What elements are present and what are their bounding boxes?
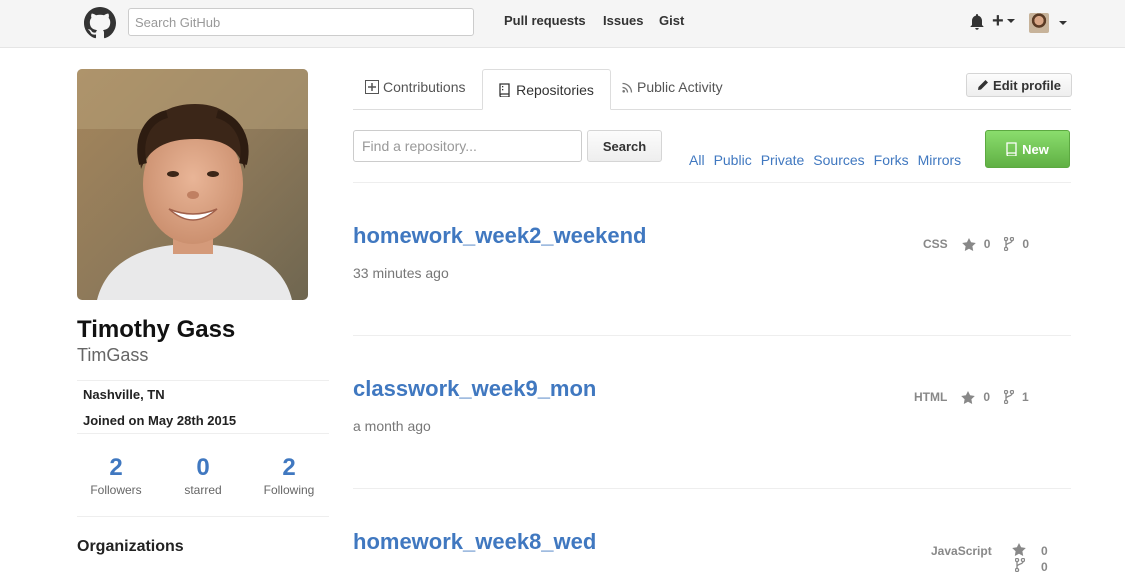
nav-issues[interactable]: Issues [603,13,643,28]
notifications-bell-icon[interactable] [969,13,985,30]
tab-repositories-label: Repositories [516,81,594,98]
filter-private[interactable]: Private [761,152,805,168]
find-repository-input[interactable] [353,130,582,162]
create-new-dropdown[interactable]: + [992,10,1015,32]
followers-count: 2 [109,454,123,481]
repo-name-link[interactable]: homework_week8_wed [353,529,596,555]
repo-language: HTML [914,390,948,404]
repo-stats: CSS 0 0 [923,237,1043,251]
tab-public-activity[interactable]: Public Activity [622,79,723,95]
fork-icon[interactable] [1004,390,1015,404]
following-count: 2 [282,454,296,481]
tabs-underline [353,109,1071,110]
filter-public[interactable]: Public [714,152,752,168]
following-stat[interactable]: 2 Following [249,454,329,497]
profile-location: Nashville, TN [83,387,165,402]
repo-updated-time: 33 minutes ago [353,265,449,281]
nav-gist[interactable]: Gist [659,13,684,28]
top-header: Pull requests Issues Gist + [0,0,1125,48]
filter-all[interactable]: All [689,152,705,168]
divider [353,182,1071,183]
tab-repositories[interactable]: Repositories [482,69,611,110]
filter-forks[interactable]: Forks [874,152,909,168]
divider [353,335,1071,336]
repo-language: CSS [923,237,948,251]
profile-joined-date: Joined on May 28th 2015 [83,413,237,428]
profile-username: TimGass [77,345,149,365]
new-button-label: New [1022,141,1049,157]
github-logo-icon[interactable] [84,7,116,39]
pencil-icon [978,80,989,90]
starred-stat[interactable]: 0 starred [163,454,243,497]
starred-label: starred [184,483,222,497]
repo-fork-count: 0 [1022,237,1030,251]
chevron-down-icon [1006,19,1015,23]
following-label: Following [263,483,315,497]
followers-label: Followers [90,483,142,497]
plus-icon: + [992,10,1004,32]
divider [77,516,329,517]
edit-profile-label: Edit profile [993,77,1061,93]
repo-stats: HTML 0 1 [914,390,1043,404]
repo-book-icon [1006,142,1017,156]
avatar [1029,13,1049,33]
nav-pull-requests[interactable]: Pull requests [504,13,586,28]
star-icon[interactable] [961,390,976,404]
filter-mirrors[interactable]: Mirrors [918,152,962,168]
repo-star-count: 0 [1041,544,1048,558]
repo-language: JavaScript [931,544,992,558]
repo-type-filters: All Public Private Sources Forks Mirrors [689,152,970,168]
repo-fork-count: 0 [1041,560,1048,574]
plus-box-icon [365,80,379,94]
chevron-down-icon [1059,21,1067,25]
rss-icon [622,82,633,93]
star-icon[interactable] [1012,543,1026,556]
repo-book-icon [499,82,510,97]
profile-avatar [77,69,308,300]
user-menu-dropdown[interactable] [1029,13,1067,33]
divider [353,488,1071,489]
edit-profile-button[interactable]: Edit profile [966,73,1072,97]
star-icon[interactable] [961,237,976,251]
divider [77,380,329,381]
organizations-heading: Organizations [77,538,184,555]
tab-public-activity-label: Public Activity [637,79,723,95]
fork-icon[interactable] [1004,237,1015,251]
repo-star-count: 0 [983,237,991,251]
tab-contributions-label: Contributions [383,79,466,95]
repo-name-link[interactable]: homework_week2_weekend [353,223,646,249]
fork-icon[interactable] [1015,558,1025,572]
search-button[interactable]: Search [587,130,662,162]
profile-full-name: Timothy Gass [77,316,236,343]
new-repository-button[interactable]: New [985,130,1070,168]
divider [77,433,329,434]
repo-star-count: 0 [983,390,991,404]
starred-count: 0 [196,454,210,481]
tab-contributions[interactable]: Contributions [365,79,466,95]
repo-fork-count: 1 [1022,390,1029,404]
repo-updated-time: a month ago [353,418,431,434]
followers-stat[interactable]: 2 Followers [76,454,156,497]
repo-name-link[interactable]: classwork_week9_mon [353,376,596,402]
global-search-input[interactable] [128,8,474,36]
filter-sources[interactable]: Sources [813,152,864,168]
